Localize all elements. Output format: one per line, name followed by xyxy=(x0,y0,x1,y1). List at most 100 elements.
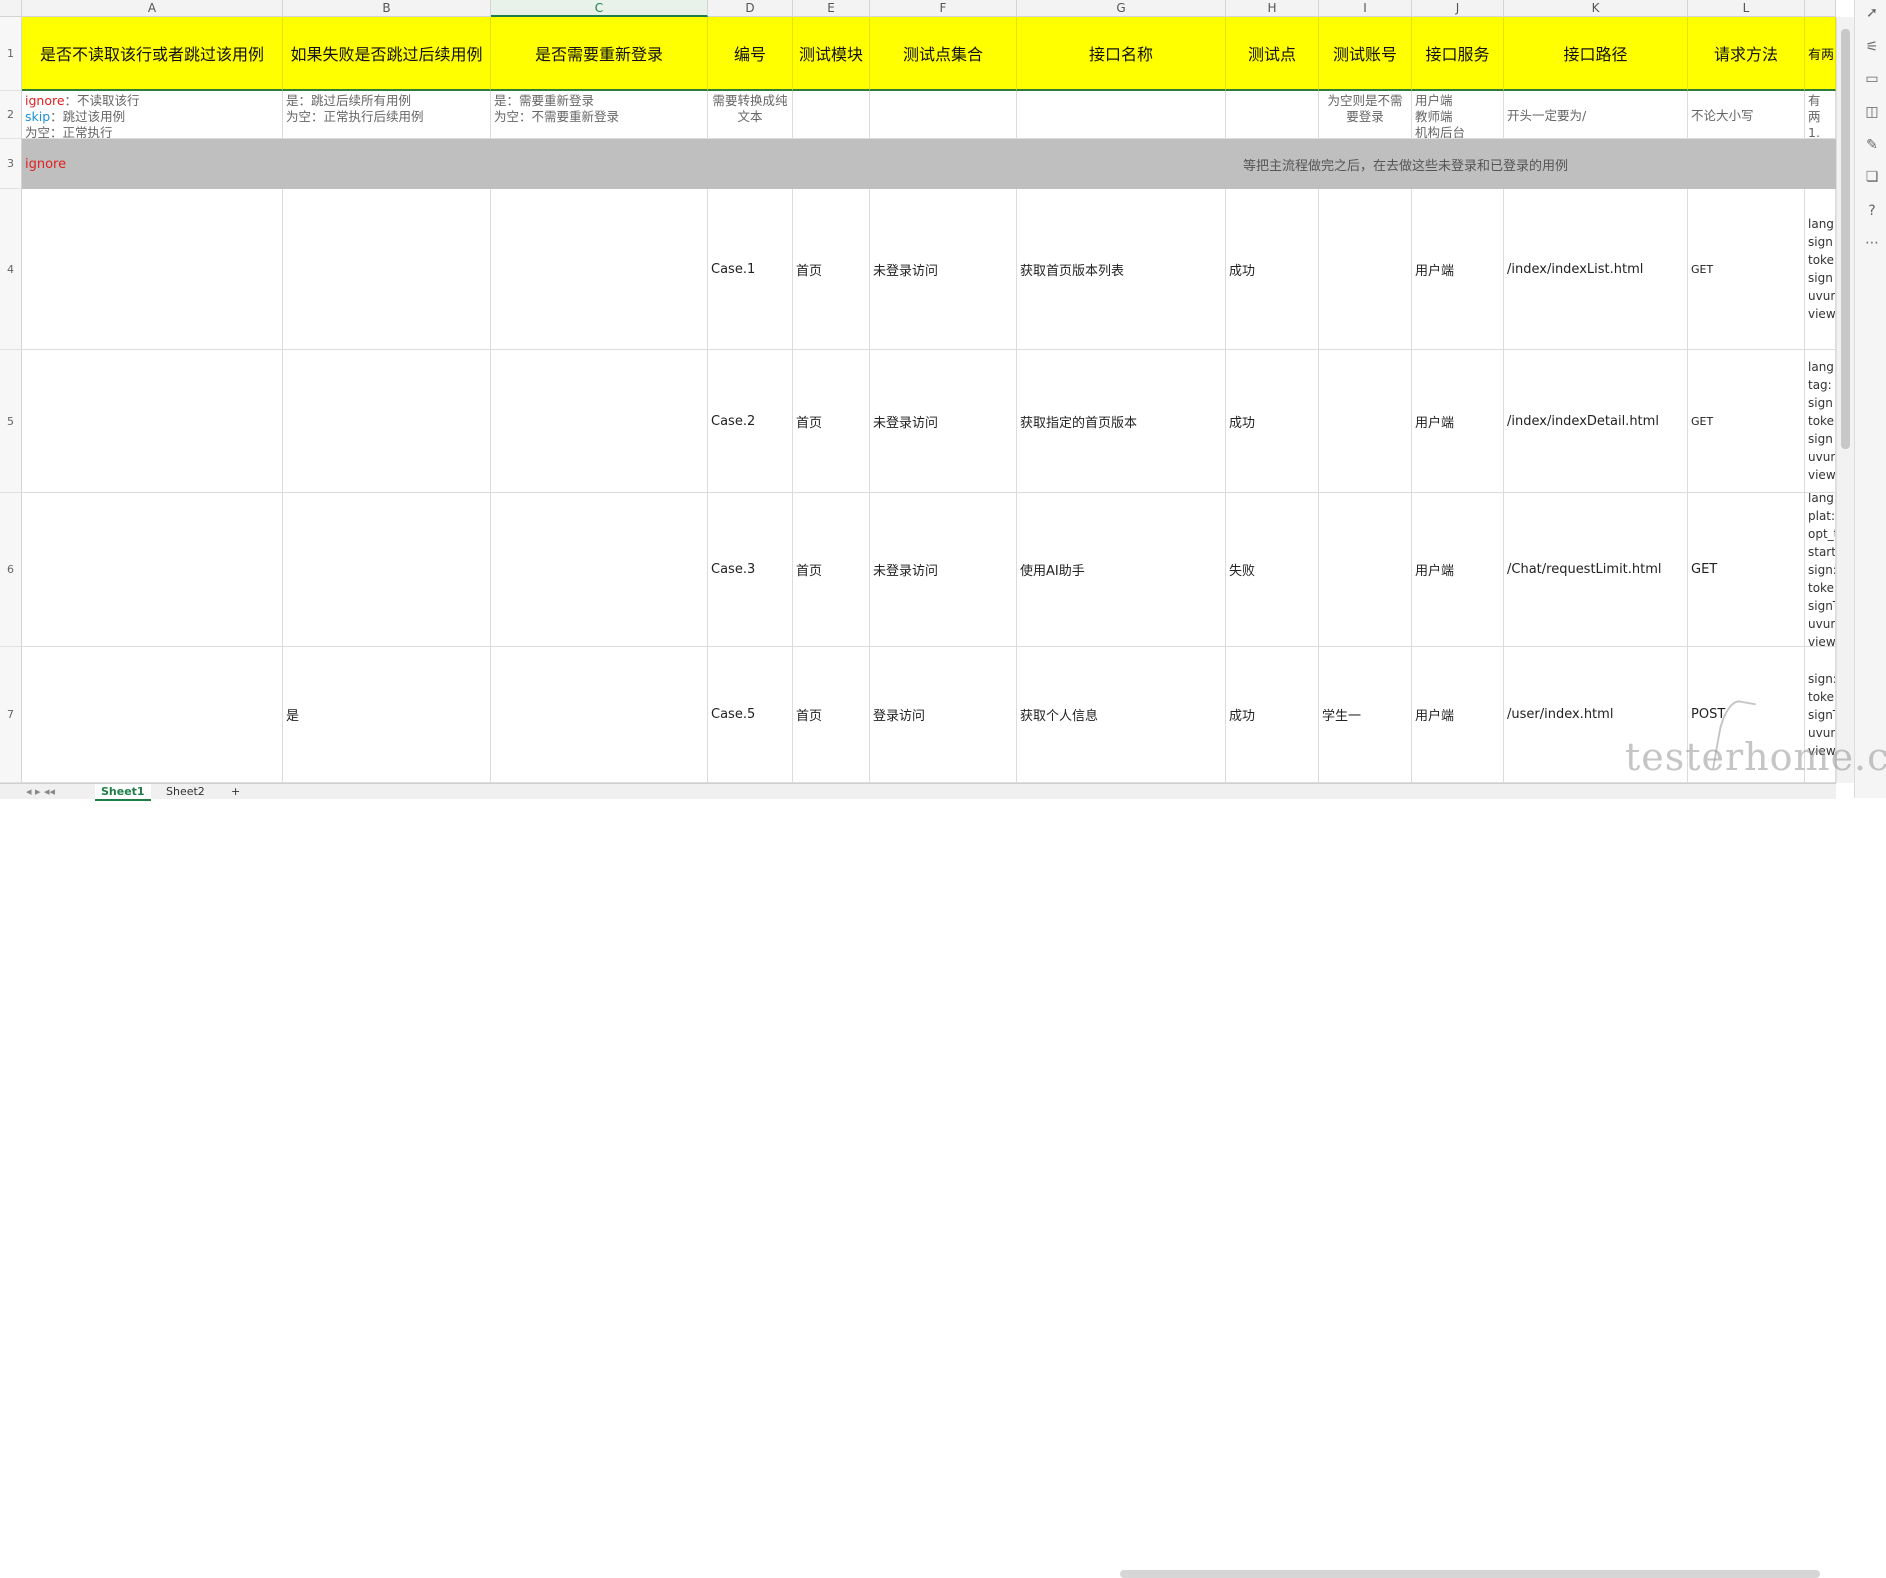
sliders-icon[interactable]: ⚟ xyxy=(1863,38,1881,56)
case-cell-c[interactable] xyxy=(491,647,708,783)
case-set[interactable]: 未登录访问 xyxy=(870,350,1017,493)
case-cell-c[interactable] xyxy=(491,493,708,647)
header-cell[interactable]: 接口名称 xyxy=(1017,17,1226,91)
case-id[interactable]: Case.5 xyxy=(708,647,793,783)
case-cell-a[interactable] xyxy=(22,493,283,647)
case-method[interactable]: GET xyxy=(1688,350,1805,493)
case-id[interactable]: Case.2 xyxy=(708,350,793,493)
case-path[interactable]: /index/indexList.html xyxy=(1504,189,1688,350)
empty-cell[interactable] xyxy=(870,91,1017,139)
column-header-i[interactable]: I xyxy=(1319,0,1412,17)
header-cell[interactable]: 测试账号 xyxy=(1319,17,1412,91)
row-header-5[interactable]: 5 xyxy=(0,350,22,493)
rule-notes-c[interactable]: 是：需要重新登录 为空：不需要重新登录 xyxy=(491,91,708,139)
empty-cell[interactable] xyxy=(1017,91,1226,139)
pin-icon[interactable]: ✎ xyxy=(1863,136,1881,154)
case-account[interactable] xyxy=(1319,493,1412,647)
column-header-f[interactable]: F xyxy=(870,0,1017,17)
case-service[interactable]: 用户端 xyxy=(1412,189,1504,350)
book-icon[interactable]: ❏ xyxy=(1863,168,1881,186)
case-set[interactable]: 未登录访问 xyxy=(870,189,1017,350)
header-cell[interactable]: 请求方法 xyxy=(1688,17,1805,91)
case-module[interactable]: 首页 xyxy=(793,350,870,493)
case-set[interactable]: 登录访问 xyxy=(870,647,1017,783)
rule-notes-i[interactable]: 为空则是不需 要登录 xyxy=(1319,91,1412,139)
rule-notes-d[interactable]: 需要转换成纯 文本 xyxy=(708,91,793,139)
scroll-thumb[interactable] xyxy=(1841,29,1850,449)
case-method[interactable]: GET xyxy=(1688,493,1805,647)
case-api-name[interactable]: 获取个人信息 xyxy=(1017,647,1226,783)
case-id[interactable]: Case.3 xyxy=(708,493,793,647)
column-header-e[interactable]: E xyxy=(793,0,870,17)
header-cell[interactable]: 如果失败是否跳过后续用例 xyxy=(283,17,491,91)
header-cell[interactable]: 测试点集合 xyxy=(870,17,1017,91)
case-path[interactable]: /index/indexDetail.html xyxy=(1504,350,1688,493)
column-header-h[interactable]: H xyxy=(1226,0,1319,17)
more-icon[interactable]: ⋯ xyxy=(1863,234,1881,252)
case-service[interactable]: 用户端 xyxy=(1412,493,1504,647)
row-header-7[interactable]: 7 xyxy=(0,647,22,783)
case-params[interactable]: lang sign toke sign uvun view xyxy=(1805,189,1836,350)
case-params[interactable]: lang: plat: opt_t start_ sign: toker signT uvun… xyxy=(1805,493,1836,647)
case-module[interactable]: 首页 xyxy=(793,493,870,647)
column-header-c[interactable]: C xyxy=(491,0,708,17)
case-cell-a[interactable] xyxy=(22,189,283,350)
tab-nav-arrows[interactable]: ◂ ▸ ◂◂ xyxy=(20,784,61,799)
case-params[interactable]: lang tag: sign toke sign uvun view xyxy=(1805,350,1836,493)
help-icon[interactable]: ? xyxy=(1863,202,1881,220)
case-api-name[interactable]: 获取指定的首页版本 xyxy=(1017,350,1226,493)
header-cell[interactable]: 是否不读取该行或者跳过该用例 xyxy=(22,17,283,91)
rule-notes-b[interactable]: 是：跳过后续所有用例 为空：正常执行后续用例 xyxy=(283,91,491,139)
case-service[interactable]: 用户端 xyxy=(1412,350,1504,493)
add-sheet-button[interactable]: + xyxy=(225,784,246,799)
case-point[interactable]: 失败 xyxy=(1226,493,1319,647)
case-point[interactable]: 成功 xyxy=(1226,189,1319,350)
column-header-l[interactable]: L xyxy=(1688,0,1805,17)
case-set[interactable]: 未登录访问 xyxy=(870,493,1017,647)
case-cell-a[interactable] xyxy=(22,350,283,493)
case-account[interactable] xyxy=(1319,189,1412,350)
case-module[interactable]: 首页 xyxy=(793,647,870,783)
column-header-d[interactable]: D xyxy=(708,0,793,17)
case-id[interactable]: Case.1 xyxy=(708,189,793,350)
band-note[interactable]: 等把主流程做完之后，在去做这些未登录和已登录的用例 xyxy=(1240,139,1740,189)
column-header-g[interactable]: G xyxy=(1017,0,1226,17)
case-cell-b[interactable] xyxy=(283,493,491,647)
case-cell-c[interactable] xyxy=(491,350,708,493)
column-header-k[interactable]: K xyxy=(1504,0,1688,17)
case-cell-b[interactable] xyxy=(283,350,491,493)
case-cell-b[interactable]: 是 xyxy=(283,647,491,783)
row-header-1[interactable]: 1 xyxy=(0,17,22,91)
column-header-a[interactable]: A xyxy=(22,0,283,17)
cursor-icon[interactable]: ➚ xyxy=(1863,4,1881,22)
case-account[interactable]: 学生一 xyxy=(1319,647,1412,783)
comment-icon[interactable]: ▭ xyxy=(1863,70,1881,88)
case-api-name[interactable]: 获取首页版本列表 xyxy=(1017,189,1226,350)
header-cell[interactable]: 接口路径 xyxy=(1504,17,1688,91)
case-cell-b[interactable] xyxy=(283,189,491,350)
header-cell[interactable]: 测试点 xyxy=(1226,17,1319,91)
header-cell[interactable]: 有两 xyxy=(1805,17,1836,91)
row-header-2[interactable]: 2 xyxy=(0,91,22,139)
case-account[interactable] xyxy=(1319,350,1412,493)
case-path[interactable]: /Chat/requestLimit.html xyxy=(1504,493,1688,647)
vertical-scrollbar[interactable] xyxy=(1836,17,1855,783)
ignore-flag[interactable]: ignore xyxy=(22,139,222,189)
rule-notes-j[interactable]: 用户端 教师端 机构后台 xyxy=(1412,91,1504,139)
rule-notes-m[interactable]: 有两1.直2.直 xyxy=(1805,91,1836,139)
case-service[interactable]: 用户端 xyxy=(1412,647,1504,783)
header-cell[interactable]: 测试模块 xyxy=(793,17,870,91)
column-header-m[interactable] xyxy=(1805,0,1836,17)
row-header-4[interactable]: 4 xyxy=(0,189,22,350)
case-point[interactable]: 成功 xyxy=(1226,350,1319,493)
column-header-j[interactable]: J xyxy=(1412,0,1504,17)
rule-notes-a[interactable]: ignore：不读取该行 skip：跳过该用例 为空：正常执行 xyxy=(22,91,283,139)
case-api-name[interactable]: 使用AI助手 xyxy=(1017,493,1226,647)
horizontal-scrollbar[interactable] xyxy=(1120,1570,1820,1578)
tab-sheet2[interactable]: Sheet2 xyxy=(160,784,211,799)
case-method[interactable]: GET xyxy=(1688,189,1805,350)
header-cell[interactable]: 是否需要重新登录 xyxy=(491,17,708,91)
select-all-corner[interactable] xyxy=(0,0,22,17)
row-header-6[interactable]: 6 xyxy=(0,493,22,647)
empty-cell[interactable] xyxy=(793,91,870,139)
